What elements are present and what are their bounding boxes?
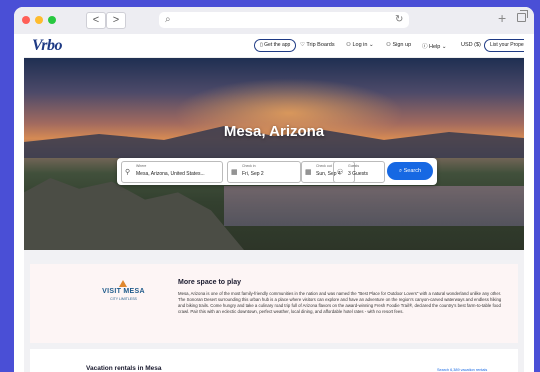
search-rentals-link[interactable]: Search 6,389 vacation rentals: [437, 368, 487, 372]
chevron-down-icon: ⌄: [441, 44, 447, 50]
visit-mesa-logo-icon: [119, 280, 127, 287]
help-menu[interactable]: ⓘ Help ⌄: [422, 42, 447, 50]
log-in-link[interactable]: ⚇ Log in ⌄: [346, 42, 374, 48]
help-icon: ⓘ: [422, 44, 428, 50]
hero-banner: Mesa, Arizona ⚲ Where Mesa, Arizona, Uni…: [24, 58, 524, 250]
hero-title: Mesa, Arizona: [223, 123, 325, 140]
guests-label: Guests: [348, 164, 360, 168]
close-window-button[interactable]: [22, 16, 30, 24]
back-button[interactable]: <: [86, 12, 106, 29]
calendar-icon: ▦: [231, 169, 238, 176]
rentals-title: Vacation rentals in Mesa: [86, 365, 162, 372]
sign-up-link[interactable]: ⚇ Sign up: [386, 42, 411, 48]
check-out-label: Check out: [316, 164, 332, 168]
new-tab-button[interactable]: +: [498, 10, 506, 26]
check-in-label: Check in: [242, 164, 256, 168]
list-property-button[interactable]: List your Property: [484, 39, 524, 52]
search-bar: ⚲ Where Mesa, Arizona, United States... …: [117, 158, 437, 185]
promo-body: Mesa, Arizona is one of the most family-…: [178, 291, 502, 314]
reload-icon[interactable]: ↻: [395, 14, 403, 25]
search-button[interactable]: ⌕ Search: [387, 162, 433, 180]
where-value: Mesa, Arizona, United States...: [136, 171, 205, 177]
vrbo-logo[interactable]: Vrbo: [32, 37, 63, 55]
address-bar[interactable]: ⌕ ↻: [159, 12, 409, 28]
minimize-window-button[interactable]: [35, 16, 43, 24]
rocks-foreground: [24, 178, 244, 250]
browser-toolbar: < > ⌕ ↻ +: [14, 7, 534, 34]
forward-button[interactable]: >: [106, 12, 126, 29]
visit-mesa-logo[interactable]: VISIT MESA: [96, 288, 151, 295]
check-in-value: Fri, Sep 2: [242, 171, 264, 177]
where-field[interactable]: ⚲ Where Mesa, Arizona, United States...: [121, 161, 223, 183]
guests-field[interactable]: ⚇ Guests 3 Guests: [333, 161, 385, 183]
heart-icon: ♡: [300, 42, 305, 48]
get-the-app-button[interactable]: ▯ Get the app: [254, 39, 297, 52]
tab-overview-icon[interactable]: [517, 10, 528, 22]
phone-icon: ▯: [260, 42, 263, 48]
search-icon: ⌕: [165, 14, 171, 25]
check-in-field[interactable]: ▦ Check in Fri, Sep 2: [227, 161, 301, 183]
user-icon: ⚇: [346, 42, 351, 48]
where-label: Where: [136, 164, 147, 168]
maximize-window-button[interactable]: [48, 16, 56, 24]
lake-reflection: [224, 186, 524, 226]
visit-mesa-tagline: CITY LIMITLESS: [110, 297, 137, 301]
calendar-icon: ▦: [305, 169, 312, 176]
guests-value: 3 Guests: [348, 171, 369, 177]
promo-title: More space to play: [178, 279, 242, 286]
user-icon: ⚇: [337, 169, 344, 176]
browser-window: < > ⌕ ↻ + Vrbo ▯ Get the app ♡ Trip Boar…: [14, 7, 534, 372]
user-plus-icon: ⚇: [386, 42, 391, 48]
vrbo-page: Vrbo ▯ Get the app ♡ Trip Boards ⚇ Log i…: [24, 35, 524, 372]
location-pin-icon: ⚲: [125, 169, 131, 176]
search-icon: ⌕: [398, 168, 403, 174]
currency-selector[interactable]: USD ($): [461, 42, 481, 48]
trip-boards-link[interactable]: ♡ Trip Boards: [300, 42, 335, 48]
site-header: Vrbo ▯ Get the app ♡ Trip Boards ⚇ Log i…: [24, 35, 524, 58]
chevron-down-icon: ⌄: [369, 42, 374, 48]
